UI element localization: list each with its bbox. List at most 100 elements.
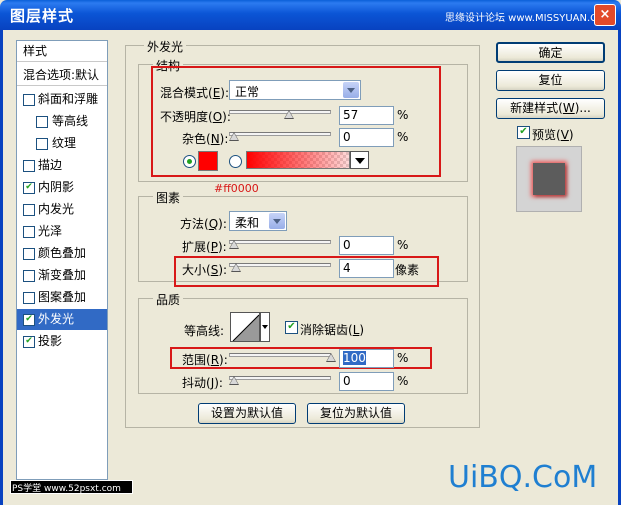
sidebar-item-label: 投影 (38, 334, 63, 348)
opacity-slider-track[interactable] (229, 110, 331, 114)
contour-label: 等高线: (184, 324, 225, 338)
style-checkbox[interactable] (23, 160, 35, 172)
style-checkbox[interactable]: ✔ (23, 336, 35, 348)
spread-slider-track[interactable] (229, 240, 331, 244)
noise-slider-track[interactable] (229, 132, 331, 136)
sidebar-item-blend-options[interactable]: 混合选项:默认 (17, 65, 107, 86)
checkmark-icon: ✔ (287, 321, 296, 332)
sidebar-item-style[interactable]: 颜色叠加 (17, 243, 107, 264)
range-slider-thumb[interactable] (326, 353, 336, 362)
chevron-down-icon (343, 82, 359, 98)
sidebar-item-style[interactable]: 斜面和浮雕 (17, 89, 107, 110)
gradient-radio[interactable] (229, 155, 242, 168)
noise-input[interactable]: 0 (339, 128, 394, 147)
contour-linear-icon (232, 314, 259, 341)
sidebar-item-style[interactable]: 纹理 (17, 133, 107, 154)
opacity-input[interactable]: 57 (339, 106, 394, 125)
color-hex-caption: #ff0000 (214, 182, 259, 195)
noise-label: 杂色(N): (182, 132, 229, 146)
sidebar-item-style[interactable]: 光泽 (17, 221, 107, 242)
sidebar-item-style[interactable]: ✔ 投影 (17, 331, 107, 352)
spread-slider-thumb[interactable] (229, 240, 239, 249)
sidebar-item-label: 颜色叠加 (38, 246, 87, 260)
jitter-unit: % (397, 374, 409, 388)
blend-mode-label: 混合模式(E): (160, 86, 230, 100)
reset-default-button[interactable]: 复位为默认值 (307, 403, 405, 424)
noise-slider-thumb[interactable] (229, 132, 239, 141)
glow-color-swatch[interactable] (198, 151, 218, 171)
size-input[interactable]: 4 (339, 259, 394, 278)
contour-dropdown-button[interactable] (260, 312, 270, 342)
size-unit: 像素 (395, 263, 420, 277)
style-checkbox[interactable] (36, 138, 48, 150)
technique-select[interactable]: 柔和 (229, 211, 287, 231)
sidebar-item-style[interactable]: ✔ 外发光 (17, 309, 107, 330)
sidebar-item-label: 光泽 (38, 224, 63, 238)
sidebar-item-style[interactable]: 图案叠加 (17, 287, 107, 308)
style-checkbox[interactable] (23, 94, 35, 106)
size-slider-thumb[interactable] (230, 263, 241, 272)
sidebar-item-style[interactable]: 渐变叠加 (17, 265, 107, 286)
sidebar-item-label: 渐变叠加 (38, 268, 87, 282)
sidebar-item-label: 纹理 (52, 136, 77, 150)
quality-title: 品质 (153, 291, 184, 308)
reset-button[interactable]: 复位 (496, 70, 605, 91)
antialias-label: 消除锯齿(L) (300, 323, 365, 337)
jitter-label: 抖动(J): (182, 376, 223, 390)
range-slider-track[interactable] (229, 353, 331, 357)
antialias-checkbox[interactable]: ✔ (285, 321, 298, 334)
sidebar-item-style[interactable]: 内发光 (17, 199, 107, 220)
gradient-dropdown-button[interactable] (350, 151, 369, 169)
sidebar-item-style[interactable]: 等高线 (17, 111, 107, 132)
sidebar-header: 样式 (17, 41, 107, 62)
opacity-unit: % (397, 108, 409, 122)
elements-title: 图素 (153, 189, 184, 206)
style-checkbox[interactable] (23, 292, 35, 304)
range-label: 范围(R): (182, 353, 228, 367)
style-checkbox[interactable] (23, 226, 35, 238)
watermark-top: 思缘设计论坛 www.MISSYUAN.COM (445, 13, 614, 24)
jitter-input[interactable]: 0 (339, 372, 394, 391)
sidebar-item-label: 内发光 (38, 202, 75, 216)
blend-mode-select[interactable]: 正常 (229, 80, 361, 100)
noise-unit: % (397, 130, 409, 144)
sidebar-item-label: 内阴影 (38, 180, 75, 194)
chevron-down-icon (269, 213, 285, 229)
make-default-button[interactable]: 设置为默认值 (198, 403, 296, 424)
sidebar-item-label: 图案叠加 (38, 290, 87, 304)
sidebar-item-style[interactable]: ✔ 内阴影 (17, 177, 107, 198)
watermark-right: UiBQ.CoM (448, 460, 598, 495)
sidebar-item-style[interactable]: 描边 (17, 155, 107, 176)
sidebar-item-label: 斜面和浮雕 (38, 92, 99, 106)
style-checkbox[interactable] (23, 270, 35, 282)
solid-color-radio[interactable] (183, 155, 196, 168)
jitter-slider-thumb[interactable] (229, 376, 239, 385)
ok-button[interactable]: 确定 (496, 42, 605, 63)
spread-unit: % (397, 238, 409, 252)
outer-glow-title: 外发光 (144, 38, 187, 55)
size-slider-track[interactable] (229, 263, 331, 267)
range-input[interactable]: 100 (339, 349, 394, 368)
jitter-slider-track[interactable] (229, 376, 331, 380)
style-checkbox[interactable] (36, 116, 48, 128)
chevron-down-icon (262, 325, 268, 329)
checkmark-icon: ✔ (519, 126, 528, 137)
sidebar-item-label: 等高线 (52, 114, 89, 128)
window-title: 图层样式 (10, 7, 75, 25)
spread-input[interactable]: 0 (339, 236, 394, 255)
new-style-button[interactable]: 新建样式(W)... (496, 98, 605, 119)
style-checkbox[interactable]: ✔ (23, 182, 35, 194)
technique-label: 方法(Q): (180, 217, 227, 231)
style-checkbox[interactable] (23, 248, 35, 260)
opacity-slider-thumb[interactable] (284, 110, 295, 119)
style-preview (516, 146, 582, 212)
close-button[interactable]: × (594, 4, 616, 26)
style-checkbox[interactable]: ✔ (23, 314, 35, 326)
preview-label: 预览(V) (532, 128, 574, 142)
preview-checkbox[interactable]: ✔ (517, 126, 530, 139)
sidebar-item-label: 外发光 (38, 312, 75, 326)
contour-picker[interactable] (230, 312, 260, 342)
watermark-left: PS学堂 www.52psxt.com (12, 484, 121, 494)
gradient-picker[interactable] (246, 151, 350, 169)
style-checkbox[interactable] (23, 204, 35, 216)
